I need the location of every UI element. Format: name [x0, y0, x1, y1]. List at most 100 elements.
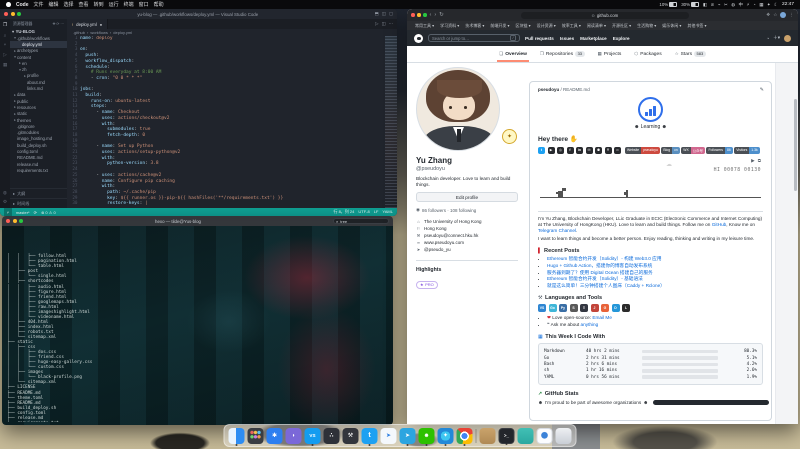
instagram-icon[interactable]: ◎ [557, 147, 564, 154]
menu-item[interactable]: 查看 [79, 1, 89, 8]
linkedin-icon[interactable]: in [576, 147, 583, 154]
browser-profile-avatar[interactable] [780, 12, 786, 18]
browser-menu-icon[interactable]: ⋮ [789, 12, 794, 18]
dock-app-store[interactable]: ✱ [267, 428, 283, 444]
github-link[interactable]: GitHub [712, 222, 727, 227]
bookmark-folder[interactable]: 学习资料 ▾ [440, 23, 459, 29]
sidebar-panel[interactable]: ▸时间线 [10, 198, 67, 208]
post-link[interactable]: 服务器到期了？使用 Digital Ocean 搭建自己的服务 [547, 270, 653, 275]
profile-tab[interactable]: ❏ Overview [497, 46, 529, 62]
bookmark-star-icon[interactable]: ☆ [773, 12, 777, 18]
source-control-icon[interactable]: ⑂ [4, 42, 7, 47]
profile-meta-row[interactable]: ➤ @pseudo_yu [416, 246, 518, 253]
bookmark-folder[interactable]: 技术博客 ▾ [465, 23, 484, 29]
shield-badge[interactable]: Followers 86 [706, 147, 732, 154]
youtube-icon[interactable]: ▶ [548, 147, 555, 154]
profile-meta-row[interactable]: ⌂ The University of Hong Kong [416, 217, 518, 224]
status-item[interactable]: ⊗ 0 ⚠ 0 [41, 210, 56, 215]
dock-qspace[interactable]: ∴ [324, 428, 340, 444]
profile-tab[interactable]: ▦ Projects [596, 46, 624, 62]
telegram-link[interactable]: Telegram Channel [538, 228, 576, 233]
github-nav-link[interactable]: Pull requests [525, 36, 554, 41]
status-item[interactable]: LF [374, 209, 379, 215]
layout-icon[interactable]: ▢ [389, 11, 393, 17]
breadcrumb[interactable]: .github› workflows› deploy.yml [67, 29, 397, 36]
maximize-button[interactable] [423, 13, 427, 17]
play-button[interactable]: ▶ [751, 158, 755, 164]
minimize-button[interactable] [417, 13, 421, 17]
settings-gear-icon[interactable]: ⚙ [3, 199, 7, 205]
status-icon[interactable]: ◧ [703, 2, 707, 8]
dock-trash[interactable] [556, 428, 572, 444]
editor-action-icon[interactable]: ▷ [375, 21, 378, 27]
create-new-icon[interactable]: ＋▾ [773, 35, 780, 41]
minimize-button[interactable] [13, 219, 17, 223]
post-link[interactable]: Ethereum 智能合约开发（Solidity）- 构建 Web3.0 应用 [547, 256, 662, 261]
profile-tab[interactable]: ❒ Repositories 33 [538, 46, 587, 62]
notifications-bell-icon[interactable]: ◔ [766, 36, 769, 41]
dock-mail[interactable]: ➤ [381, 428, 397, 444]
maximize-button[interactable] [17, 12, 21, 16]
forward-button[interactable]: › [434, 12, 436, 18]
remote-indicator[interactable]: ⚡ [4, 208, 12, 216]
extensions-icon[interactable]: ❖ [766, 12, 770, 18]
twitter-icon[interactable]: t [538, 147, 545, 154]
bookmark-folder[interactable]: 娱乐休闲 ▾ [662, 23, 681, 29]
status-item[interactable]: 行 8，列 24 [333, 209, 354, 215]
readme-path[interactable]: pseudoyu / README.md [538, 87, 763, 92]
close-button[interactable] [411, 13, 415, 17]
dock-downloads-folder[interactable] [480, 428, 496, 444]
menu-item[interactable]: 选择 [64, 1, 74, 8]
menu-item[interactable]: 运行 [109, 1, 119, 8]
menu-item[interactable]: 文件 [34, 1, 44, 8]
status-icon[interactable]: ☾ [774, 2, 778, 8]
bookmark-folder[interactable]: 阅读清单 ▾ [587, 23, 606, 29]
post-link[interactable]: 就是这么简单！三分钟搭建个人图床（Caddy + Rclone） [547, 283, 665, 288]
dock-document-file[interactable] [537, 428, 553, 444]
profile-tab[interactable]: ⬡ Packages [632, 46, 663, 62]
account-icon[interactable]: ◍ [3, 190, 7, 196]
menu-bar-clock[interactable]: 22:47 [782, 2, 794, 7]
menu-item[interactable]: 编辑 [49, 1, 59, 8]
status-icon[interactable]: 中 [739, 2, 743, 8]
status-item[interactable]: UTF-8 [358, 209, 369, 215]
gitlab-icon[interactable]: Y [605, 147, 612, 154]
bookmark-folder[interactable]: 区块链 ▾ [516, 23, 531, 29]
close-button[interactable] [6, 219, 10, 223]
menu-item[interactable]: 转到 [94, 1, 104, 8]
dock-toolbox[interactable]: ⚒ [343, 428, 359, 444]
email-icon[interactable]: ✉ [586, 147, 593, 154]
explorer-icon[interactable]: ❐ [3, 22, 7, 28]
status-icon[interactable]: ⚡ [746, 2, 749, 8]
edit-readme-icon[interactable]: ✎ [760, 87, 764, 93]
dock-proxy-app[interactable]: ◗ [286, 428, 302, 444]
file-tree-item[interactable]: requirements.txt [10, 167, 67, 173]
bookmark-folder[interactable]: 效率工具 ▾ [562, 23, 581, 29]
github-logo-icon[interactable] [414, 34, 423, 43]
layout-icon[interactable]: ◫ [382, 11, 386, 17]
dock-twitter[interactable]: t [362, 428, 378, 444]
github-nav-link[interactable]: Issues [560, 36, 574, 41]
dock-vscode[interactable]: VS [305, 428, 321, 444]
bookmark-folder[interactable]: 设计资源 ▾ [537, 23, 556, 29]
followers-line[interactable]: ◉ 86 followers · 108 following [416, 207, 518, 213]
github-search-input[interactable]: Search or jump to… / [428, 34, 520, 42]
profile-tab[interactable]: ☆ Stars 583 [673, 46, 708, 62]
profile-meta-row[interactable]: ∞ www.pseudoyu.com [416, 239, 518, 246]
minimap[interactable] [385, 36, 397, 208]
dock-notes-app[interactable] [518, 428, 534, 444]
dock-iterm[interactable]: >_ [499, 428, 515, 444]
github-avatar[interactable] [784, 35, 791, 42]
status-item[interactable]: YAML [382, 209, 393, 215]
minimize-button[interactable] [11, 12, 15, 16]
terminal-search-input[interactable]: ⌕ tree [333, 218, 389, 224]
status-icon[interactable]: ✂ [724, 2, 728, 8]
bookmark-folder[interactable]: 常用工具 ▾ [415, 23, 434, 29]
sidebar-panel[interactable]: ▸大纲 [10, 188, 67, 198]
status-item[interactable]: ⟳ [34, 210, 37, 215]
debug-icon[interactable]: ▷ [3, 52, 7, 58]
facebook-icon[interactable]: f [567, 147, 574, 154]
github-icon[interactable]: ⚉ [595, 147, 602, 154]
dock-wechat[interactable]: ☻ [419, 428, 435, 444]
back-button[interactable]: ‹ [430, 12, 432, 18]
